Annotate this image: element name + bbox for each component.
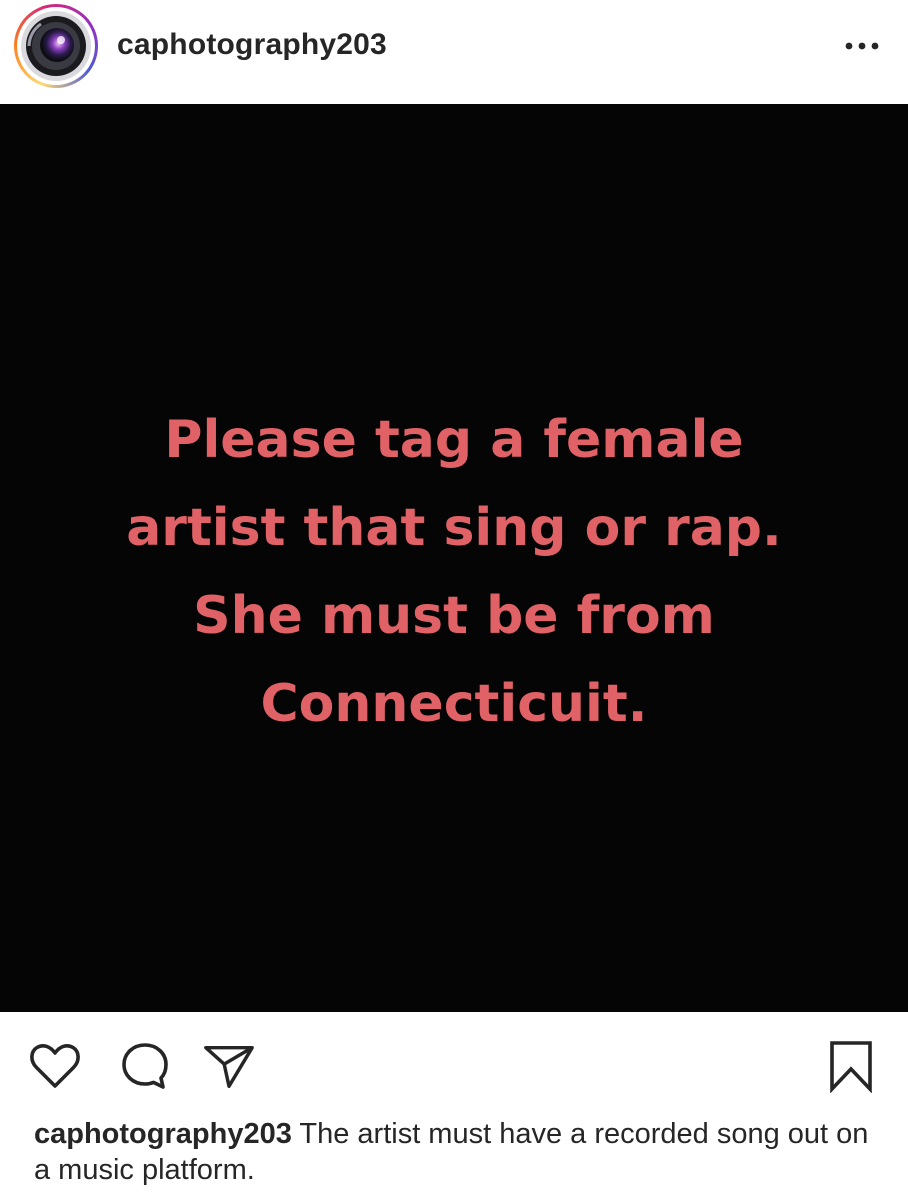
post-caption: caphotography203 The artist must have a … <box>34 1116 884 1188</box>
comment-button[interactable] <box>118 1040 172 1092</box>
post-image-line-1: Please tag a female <box>164 410 744 470</box>
avatar[interactable] <box>14 4 98 88</box>
share-button[interactable] <box>202 1040 256 1092</box>
save-button[interactable] <box>824 1040 878 1093</box>
camera-lens-icon <box>21 11 91 81</box>
post-username[interactable]: caphotography203 <box>117 28 387 62</box>
post-actions <box>0 1012 908 1112</box>
bookmark-icon <box>830 1041 872 1093</box>
more-options-button[interactable] <box>836 34 888 58</box>
caption-username[interactable]: caphotography203 <box>34 1118 292 1150</box>
post-image[interactable]: Please tag a female artist that sing or … <box>0 104 908 1012</box>
post-image-line-2: artist that sing or rap. <box>126 498 782 558</box>
post-header: caphotography203 <box>0 0 908 104</box>
comment-icon <box>122 1043 168 1089</box>
instagram-post: caphotography203 Please tag a female art… <box>0 0 908 1200</box>
post-image-line-4: Connecticuit. <box>260 674 648 734</box>
post-image-text: Please tag a female artist that sing or … <box>0 396 908 748</box>
like-button[interactable] <box>28 1040 82 1092</box>
heart-icon <box>30 1044 80 1088</box>
more-options-icon <box>845 42 879 50</box>
share-icon <box>204 1045 254 1088</box>
post-image-line-3: She must be from <box>193 586 715 646</box>
